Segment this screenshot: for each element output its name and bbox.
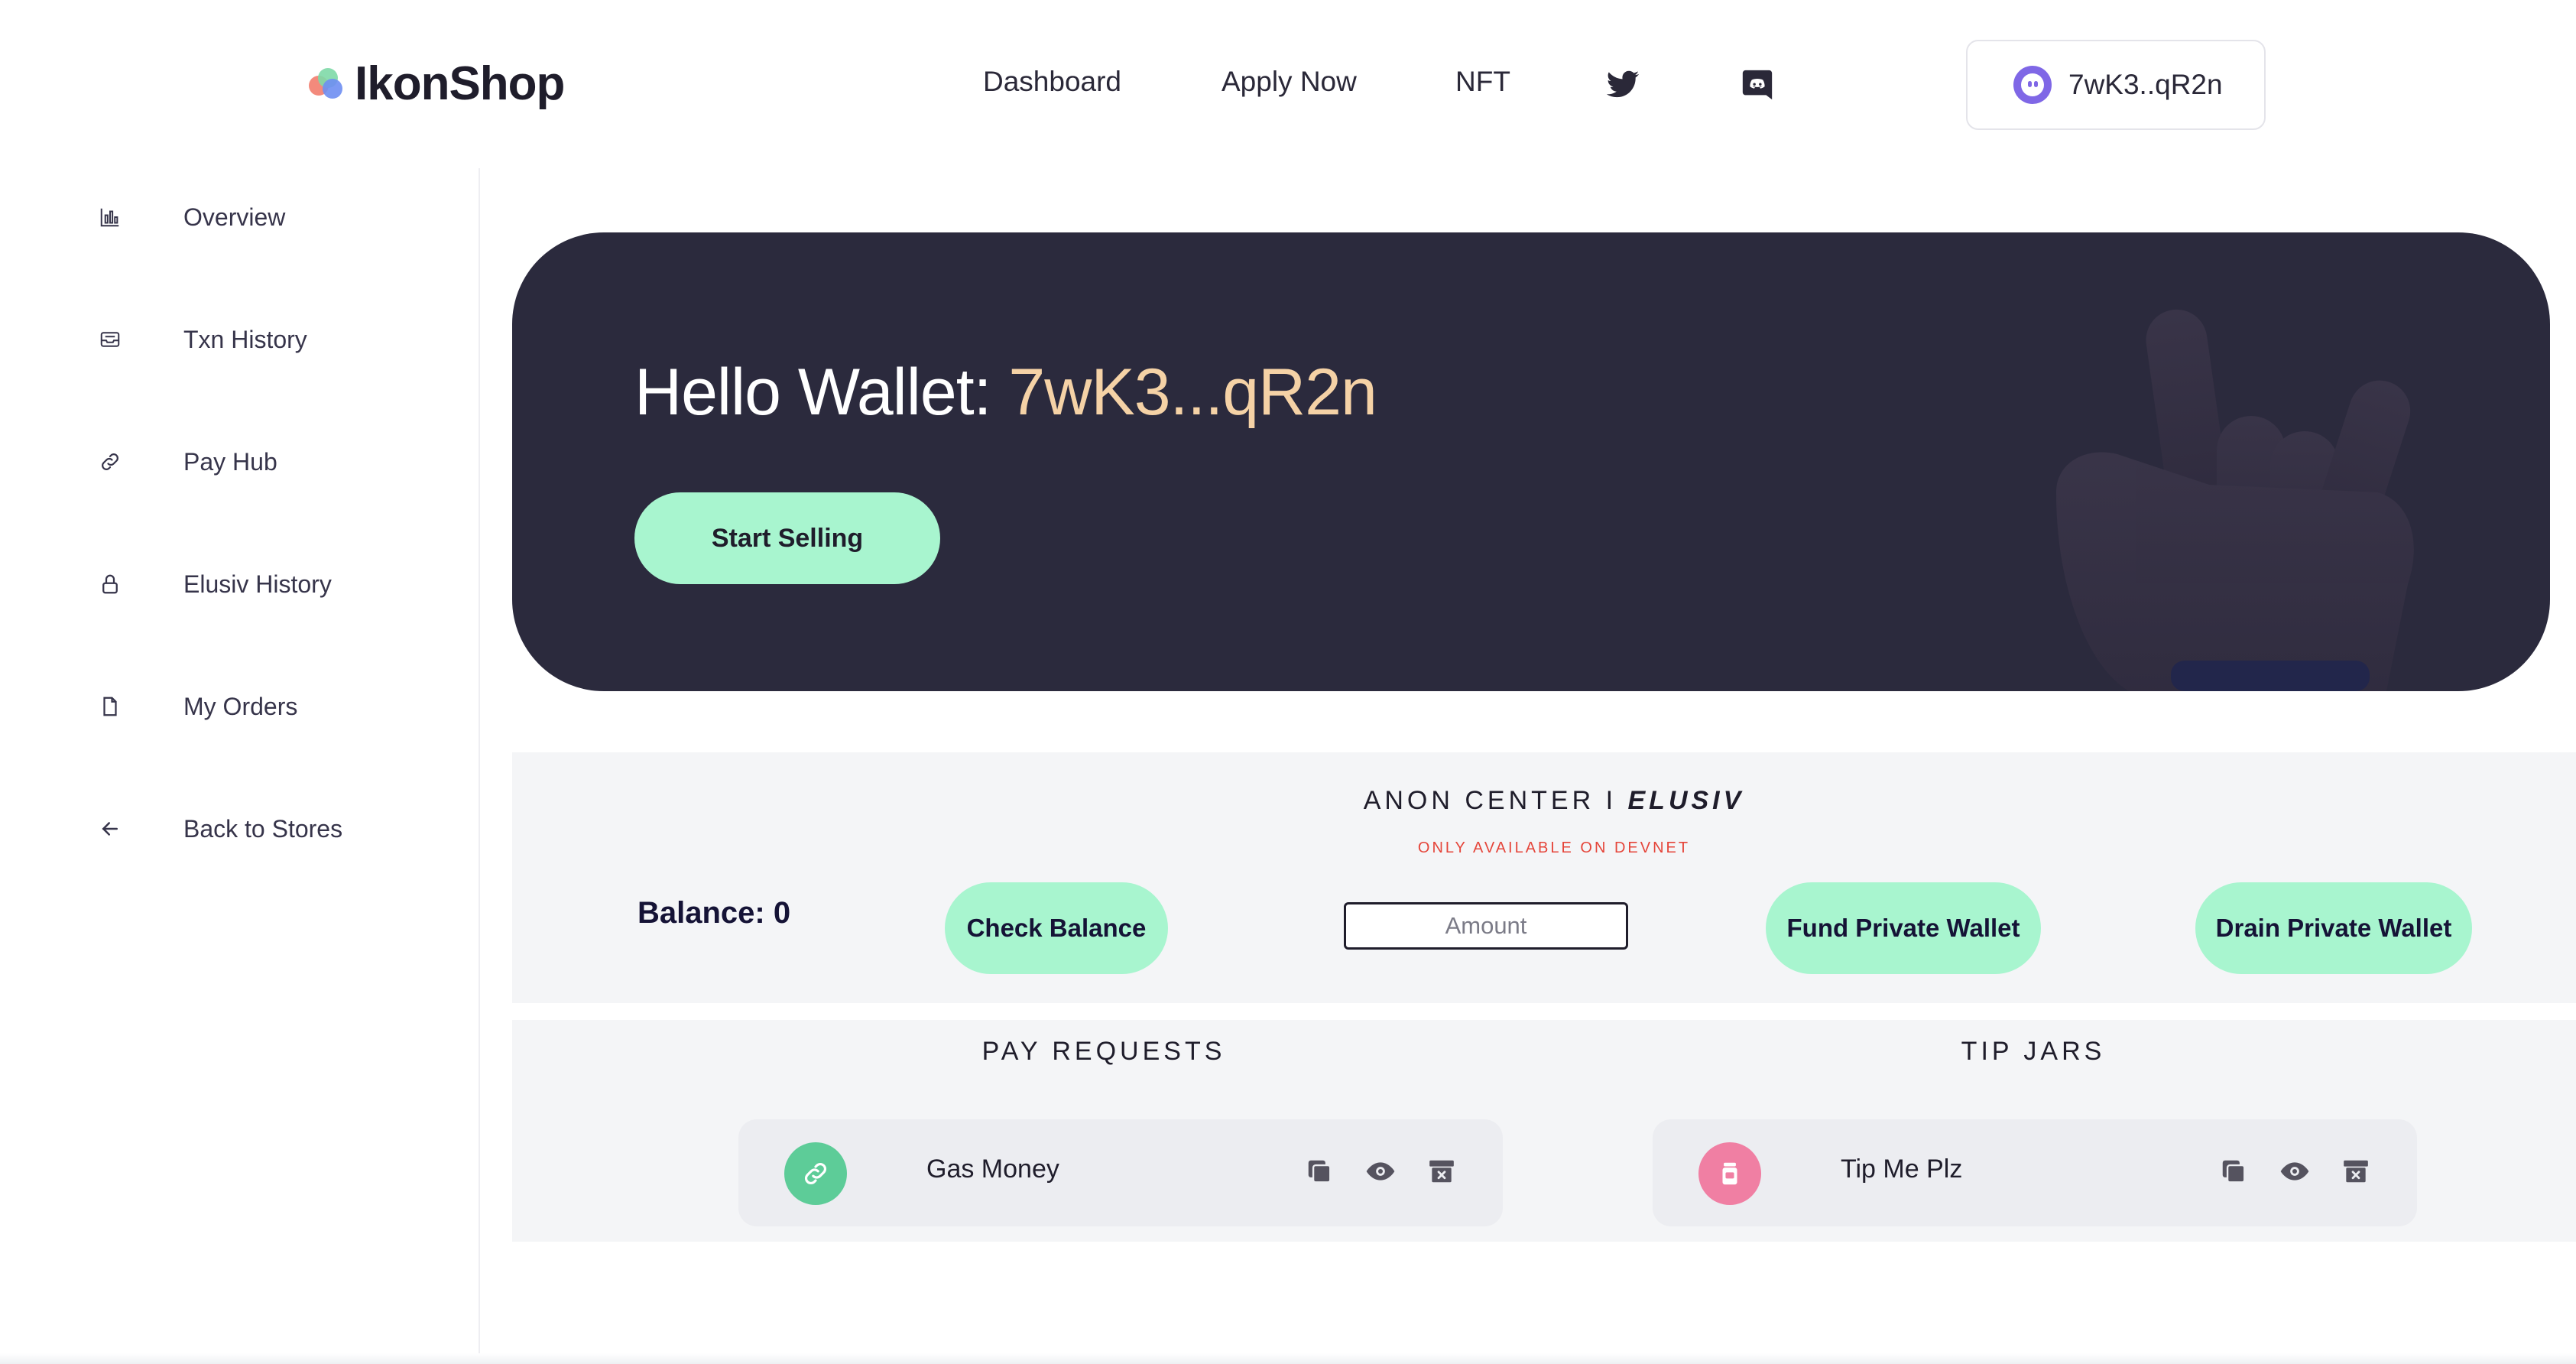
link-icon bbox=[784, 1142, 847, 1205]
nav-dashboard[interactable]: Dashboard bbox=[983, 66, 1122, 101]
sidebar-item-label: Txn History bbox=[183, 325, 307, 353]
tip-jar-card: Tip Me Plz bbox=[1653, 1119, 2417, 1226]
logo[interactable]: IkonShop bbox=[309, 57, 565, 111]
phantom-wallet-icon bbox=[2013, 66, 2052, 104]
file-icon bbox=[98, 694, 122, 719]
anon-center-panel: ANON CENTER I ELUSIV ONLY AVAILABLE ON D… bbox=[512, 752, 2576, 1003]
wallet-address-label: 7wK3..qR2n bbox=[2068, 69, 2223, 100]
pay-request-name: Gas Money bbox=[926, 1155, 1059, 1184]
sidebar-item-label: Back to Stores bbox=[183, 814, 343, 843]
logo-mark-icon bbox=[309, 67, 344, 102]
bar-chart-icon bbox=[98, 205, 122, 229]
wallet-button[interactable]: 7wK3..qR2n bbox=[1966, 40, 2266, 130]
hero-greeting-text: Hello Wallet: bbox=[634, 356, 1009, 429]
pay-requests-title: PAY REQUESTS bbox=[981, 1037, 1226, 1066]
sidebar-item-pay-hub[interactable]: Pay Hub bbox=[0, 439, 480, 485]
discord-icon[interactable] bbox=[1740, 67, 1775, 102]
sidebar-item-label: Elusiv History bbox=[183, 570, 332, 598]
sidebar-item-label: My Orders bbox=[183, 692, 298, 720]
pay-request-actions bbox=[1304, 1156, 1457, 1187]
sidebar-item-txn-history[interactable]: Txn History bbox=[0, 317, 480, 362]
jar-icon bbox=[1698, 1142, 1761, 1205]
sidebar-item-label: Overview bbox=[183, 203, 286, 231]
hero-greeting: Hello Wallet: 7wK3...qR2n bbox=[634, 355, 1377, 430]
tip-jar-name: Tip Me Plz bbox=[1841, 1155, 1963, 1184]
eye-icon[interactable] bbox=[2279, 1156, 2310, 1187]
sidebar-item-label: Pay Hub bbox=[183, 447, 277, 476]
devnet-notice: ONLY AVAILABLE ON DEVNET bbox=[1417, 840, 1691, 856]
nav-nft[interactable]: NFT bbox=[1455, 66, 1510, 98]
sidebar: Overview Txn History Pay Hub Elusiv Hist… bbox=[0, 168, 480, 1364]
hero-banner: Hello Wallet: 7wK3...qR2n Start Selling bbox=[512, 232, 2550, 691]
inbox-icon bbox=[98, 327, 122, 352]
twitter-icon[interactable] bbox=[1605, 67, 1640, 102]
fund-private-wallet-button[interactable]: Fund Private Wallet bbox=[1766, 882, 2041, 974]
anon-title-prefix: ANON CENTER I bbox=[1363, 786, 1628, 815]
archive-delete-icon[interactable] bbox=[1426, 1156, 1457, 1187]
copy-icon[interactable] bbox=[2218, 1156, 2249, 1187]
rock-hand-illustration bbox=[2056, 309, 2414, 691]
arrow-left-icon bbox=[98, 817, 122, 841]
amount-input[interactable] bbox=[1344, 902, 1628, 950]
eye-icon[interactable] bbox=[1365, 1156, 1396, 1187]
elusiv-brand: ELUSIV bbox=[1627, 786, 1745, 815]
start-selling-button[interactable]: Start Selling bbox=[634, 492, 940, 584]
anon-center-title: ANON CENTER I ELUSIV bbox=[1021, 786, 2087, 816]
sidebar-item-elusiv-history[interactable]: Elusiv History bbox=[0, 561, 480, 607]
tip-jar-actions bbox=[2218, 1156, 2371, 1187]
copy-icon[interactable] bbox=[1304, 1156, 1335, 1187]
tip-jars-title: TIP JARS bbox=[1961, 1037, 2106, 1066]
link-icon bbox=[98, 450, 122, 474]
top-header: IkonShop Dashboard Apply Now NFT 7wK3..q… bbox=[0, 0, 2576, 168]
sidebar-item-my-orders[interactable]: My Orders bbox=[0, 684, 480, 729]
logo-text: IkonShop bbox=[355, 57, 565, 110]
sidebar-item-overview[interactable]: Overview bbox=[0, 194, 480, 240]
nav-dashboard-label: Dashboard bbox=[983, 66, 1122, 97]
nav-apply-now[interactable]: Apply Now bbox=[1221, 66, 1357, 98]
drain-private-wallet-button[interactable]: Drain Private Wallet bbox=[2195, 882, 2472, 974]
lock-icon bbox=[98, 572, 122, 596]
page-bottom-edge bbox=[0, 1353, 2576, 1364]
requests-and-tips-panel: PAY REQUESTS TIP JARS Gas Money Tip Me P… bbox=[512, 1020, 2576, 1242]
pay-request-card: Gas Money bbox=[738, 1119, 1503, 1226]
balance-display: Balance: 0 bbox=[638, 896, 791, 930]
sidebar-item-back-to-stores[interactable]: Back to Stores bbox=[0, 806, 480, 852]
hero-wallet-address: 7wK3...qR2n bbox=[1008, 356, 1377, 429]
check-balance-button[interactable]: Check Balance bbox=[945, 882, 1168, 974]
archive-delete-icon[interactable] bbox=[2341, 1156, 2371, 1187]
